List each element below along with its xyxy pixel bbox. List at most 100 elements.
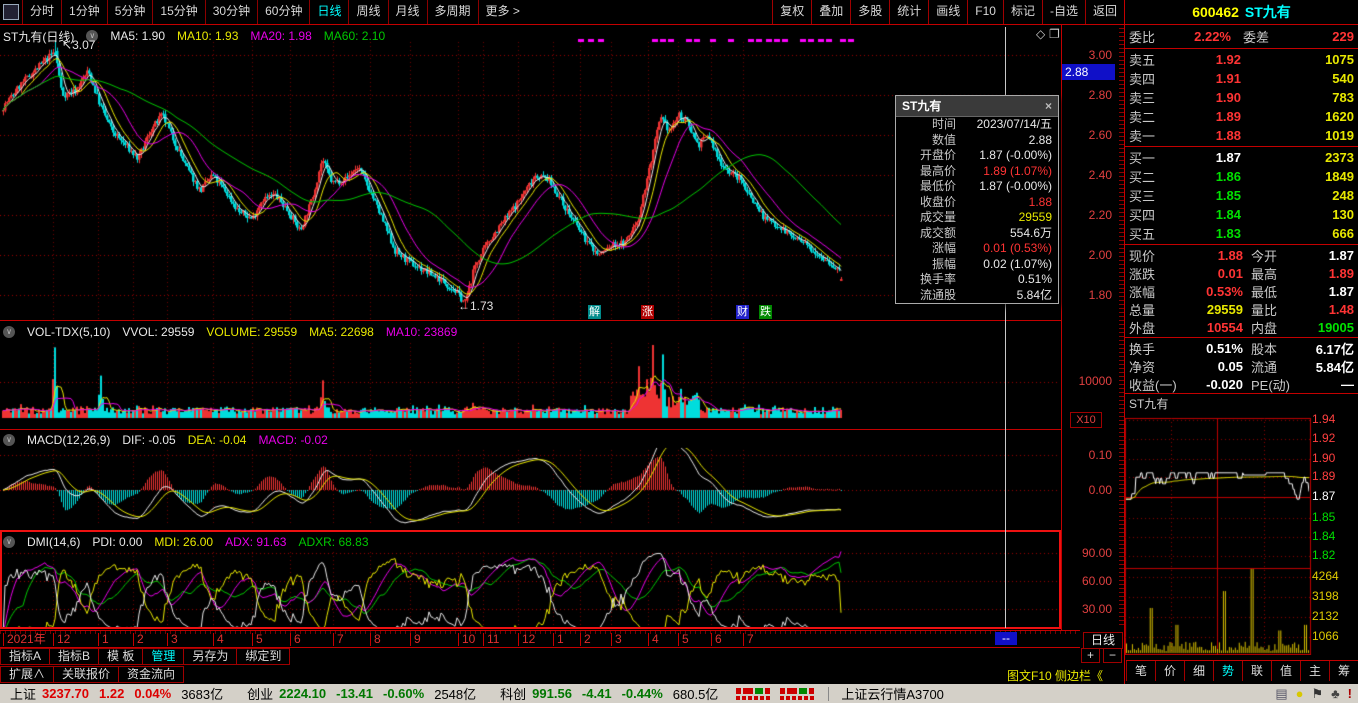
toolbar-button-叠加[interactable]: 叠加 xyxy=(811,0,850,24)
tab-另存为[interactable]: 另存为 xyxy=(184,648,238,665)
quote-feed-name: 上证云行情A3700 xyxy=(841,687,944,702)
indicator-value: VOL-TDX(5,10) xyxy=(27,325,111,339)
panel-toggle-icon[interactable]: ❐ xyxy=(1049,27,1060,41)
event-badge[interactable]: 涨 xyxy=(641,305,654,319)
zoom-in-button[interactable]: + xyxy=(1081,648,1100,663)
tab-扩展∧[interactable]: 扩展∧ xyxy=(0,666,55,683)
window-icon[interactable] xyxy=(3,4,19,20)
toolbar-button-返回[interactable]: 返回 xyxy=(1084,0,1124,24)
timeframe-日线[interactable]: 日线 xyxy=(309,0,348,24)
tab-资金流向[interactable]: 资金流向 xyxy=(119,666,185,683)
level-price: 1.86 xyxy=(1215,169,1241,184)
timeframe-5分钟[interactable]: 5分钟 xyxy=(106,0,153,24)
time-axis-label: 7 xyxy=(333,633,344,646)
timeframe-60分钟[interactable]: 60分钟 xyxy=(257,0,309,24)
timeframe-分时[interactable]: 分时 xyxy=(22,0,61,24)
sell-level-row[interactable]: 卖二 1.89 1620 xyxy=(1125,107,1358,126)
popup-row: 开盘价 1.87 (-0.00%) xyxy=(896,148,1058,164)
collapse-icon[interactable]: ∨ xyxy=(3,434,15,446)
sell-level-row[interactable]: 卖一 1.88 1019 xyxy=(1125,126,1358,145)
event-badge[interactable]: 跌 xyxy=(759,305,772,319)
indicator-value: VVOL: 29559 xyxy=(122,325,195,339)
zoom-out-button[interactable]: − xyxy=(1103,648,1122,663)
tab-管理[interactable]: 管理 xyxy=(143,648,185,665)
tree-icon[interactable]: ♣ xyxy=(1331,684,1340,703)
tab-指标A[interactable]: 指标A xyxy=(0,648,51,665)
timeframe-月线[interactable]: 月线 xyxy=(387,0,427,24)
coin-icon[interactable]: ● xyxy=(1296,684,1304,703)
buy-level-row[interactable]: 买四 1.84 130 xyxy=(1125,205,1358,224)
info-label: 最低 xyxy=(1251,284,1278,300)
quote-tab-势[interactable]: 势 xyxy=(1213,661,1242,681)
buy-level-row[interactable]: 买二 1.86 1849 xyxy=(1125,167,1358,186)
sell-level-row[interactable]: 卖四 1.91 540 xyxy=(1125,69,1358,88)
collapse-icon[interactable]: ∨ xyxy=(3,326,15,338)
kline-info-popup[interactable]: ST九有 × 时间 2023/07/14/五 数值 2.88 开盘价 1.87 (-0.0… xyxy=(895,95,1059,304)
popup-title: ST九有 xyxy=(902,99,942,113)
close-icon[interactable]: × xyxy=(1045,96,1052,116)
dmi-axis-label: 30.00 xyxy=(1081,602,1112,616)
level-price: 1.91 xyxy=(1215,71,1241,86)
event-badge[interactable]: 财 xyxy=(736,305,749,319)
tab-关联报价[interactable]: 关联报价 xyxy=(54,666,120,683)
index-quote-科创[interactable]: 科创 991.56 -4.41 -0.44% 680.5亿 xyxy=(490,684,732,703)
level-volume: 130 xyxy=(1332,207,1354,222)
timeframe-1分钟[interactable]: 1分钟 xyxy=(61,0,107,24)
volume-axis-label: 10000 xyxy=(1078,374,1112,388)
sidebar-note[interactable]: 图文F10 侧边栏《 xyxy=(1007,667,1103,684)
event-badge[interactable]: 解 xyxy=(588,305,601,319)
toolbar-button-统计[interactable]: 统计 xyxy=(889,0,928,24)
quote-tab-值[interactable]: 值 xyxy=(1271,661,1300,681)
quote-tab-主[interactable]: 主 xyxy=(1300,661,1329,681)
tab-指标B[interactable]: 指标B xyxy=(50,648,100,665)
quote-tab-联[interactable]: 联 xyxy=(1242,661,1271,681)
document-icon[interactable]: ▤ xyxy=(1275,684,1287,703)
timeframe-多周期[interactable]: 多周期 xyxy=(426,0,478,24)
toolbar-button-F10[interactable]: F10 xyxy=(967,0,1003,24)
tab-模 板[interactable]: 模 板 xyxy=(99,648,144,665)
period-label[interactable]: 日线 xyxy=(1083,632,1123,649)
tab-绑定到[interactable]: 绑定到 xyxy=(237,648,291,665)
toolbar-button-复权[interactable]: 复权 xyxy=(772,0,811,24)
price-axis-label: 2.00 xyxy=(1088,248,1112,262)
alert-icon[interactable]: ! xyxy=(1348,684,1352,703)
timeframe-更多 >[interactable]: 更多 > xyxy=(477,0,527,24)
level-price: 1.90 xyxy=(1215,90,1241,105)
index-quote-上证[interactable]: 上证 3237.70 1.22 0.04% 3683亿 xyxy=(0,684,237,703)
buy-level-row[interactable]: 买一 1.87 2373 xyxy=(1125,148,1358,167)
timeframe-周线[interactable]: 周线 xyxy=(348,0,387,24)
popup-row: 最低价 1.87 (-0.00%) xyxy=(896,179,1058,195)
info-value: 0.01 xyxy=(1217,265,1243,281)
timeframe-15分钟[interactable]: 15分钟 xyxy=(152,0,204,24)
weicha-value: 229 xyxy=(1332,28,1354,44)
diamond-icon[interactable]: ◇ xyxy=(1036,27,1045,41)
sell-level-row[interactable]: 卖五 1.92 1075 xyxy=(1125,50,1358,69)
stock-header: 600462 ST九有 xyxy=(1125,0,1358,25)
quote-tab-细[interactable]: 细 xyxy=(1184,661,1213,681)
buy-level-row[interactable]: 买五 1.83 666 xyxy=(1125,224,1358,243)
popup-row-label: 时间 xyxy=(931,117,956,131)
intraday-volume-label: 4264 xyxy=(1312,569,1339,583)
popup-row: 涨幅 0.01 (0.53%) xyxy=(896,241,1058,257)
quote-tab-笔[interactable]: 笔 xyxy=(1126,661,1155,681)
intraday-price-label: 1.92 xyxy=(1312,431,1336,445)
quote-tab-筹[interactable]: 筹 xyxy=(1329,661,1358,681)
info-value: 6.17亿 xyxy=(1315,341,1354,357)
indicator-value: VOLUME: 29559 xyxy=(206,325,298,339)
info-value: 29559 xyxy=(1206,301,1243,317)
popup-row-label: 收盘价 xyxy=(919,194,956,209)
timeframe-buttons: 分时 1分钟 5分钟 15分钟 30分钟 60分钟 日线 周线 月线 多周期 更多 > xyxy=(22,0,527,24)
popup-row-label: 成交量 xyxy=(919,210,956,224)
sell-level-row[interactable]: 卖三 1.90 783 xyxy=(1125,88,1358,107)
toolbar-button-多股[interactable]: 多股 xyxy=(850,0,889,24)
popup-titlebar[interactable]: ST九有 × xyxy=(896,96,1058,117)
index-quote-创业[interactable]: 创业 2224.10 -13.41 -0.60% 2548亿 xyxy=(237,684,490,703)
buy-level-row[interactable]: 买三 1.85 248 xyxy=(1125,186,1358,205)
toolbar-button-画线[interactable]: 画线 xyxy=(928,0,967,24)
toolbar-button--自选[interactable]: -自选 xyxy=(1041,0,1085,24)
toolbar-button-标记[interactable]: 标记 xyxy=(1002,0,1042,24)
time-axis-label: 2 xyxy=(580,633,591,646)
timeframe-30分钟[interactable]: 30分钟 xyxy=(204,0,257,24)
satellite-icon[interactable]: ⚑ xyxy=(1311,684,1323,703)
quote-tab-价[interactable]: 价 xyxy=(1155,661,1184,681)
